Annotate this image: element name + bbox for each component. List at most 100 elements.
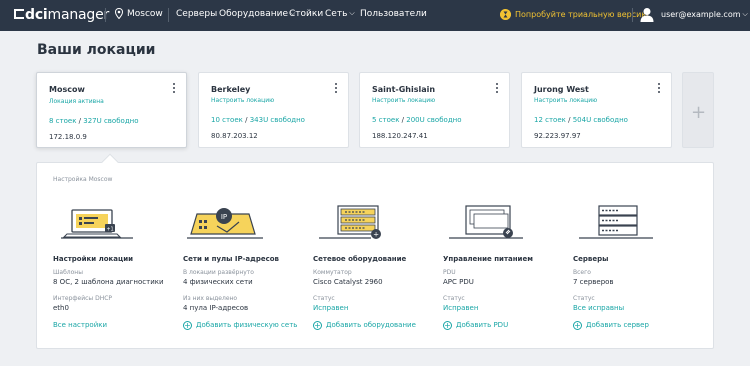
action-label: Добавить оборудование (326, 321, 416, 329)
user-menu[interactable]: user@example.com ⌵ (661, 10, 748, 20)
field-label: PDU (443, 269, 456, 276)
all-settings-link[interactable]: Все настройки (53, 321, 107, 329)
kebab-menu-icon[interactable] (658, 83, 661, 93)
location-racks[interactable]: 5 стоек / 200U свободно (372, 116, 462, 124)
field-value: 8 ОС, 2 шаблона диагностики (53, 278, 164, 286)
settings-column-networks: IP Сети и пулы IP-адресов В локации разв… (183, 200, 313, 345)
nav-network[interactable]: Сеть ⌵ (325, 9, 355, 19)
field-value: 4 пула IP-адресов (183, 304, 249, 312)
divider (632, 8, 633, 22)
location-racks[interactable]: 12 стоек / 504U свободно (534, 116, 628, 124)
svg-text:+: + (373, 231, 379, 239)
add-physical-network-button[interactable]: + Добавить физическую сеть (183, 321, 297, 330)
field-label: Коммутатор (313, 269, 352, 276)
field-value: 4 физических сети (183, 278, 253, 286)
configure-location-link[interactable]: Настроить локацию (534, 97, 597, 104)
user-email: user@example.com (661, 10, 741, 19)
location-name: Moscow (49, 85, 85, 94)
field-value: 7 серверов (573, 278, 614, 286)
monitor-power-icon (449, 205, 523, 239)
add-location-button[interactable]: + (682, 72, 714, 148)
nav-racks[interactable]: Стойки (289, 9, 323, 19)
field-label: Статус (443, 295, 465, 302)
status-value: Исправен (313, 304, 349, 312)
settings-column-equipment: + Сетевое оборудование Коммутатор Cisco … (313, 200, 443, 345)
server-stack-icon (579, 205, 653, 239)
plus-circle-icon: + (573, 321, 582, 330)
add-pdu-button[interactable]: + Добавить PDU (443, 321, 508, 330)
location-ip: 188.120.247.41 (372, 132, 428, 140)
svg-text:+1: +1 (106, 227, 113, 233)
nav-users[interactable]: Пользователи (360, 9, 427, 19)
free-units: 504U свободно (572, 116, 628, 124)
racks-count: 12 стоек (534, 116, 566, 124)
page-title: Ваши локации (37, 42, 156, 58)
field-label: Шаблоны (53, 269, 83, 276)
column-title: Сети и пулы IP-адресов (183, 255, 279, 263)
column-title: Настройки локации (53, 255, 134, 263)
logo[interactable]: dcimanager (14, 7, 109, 23)
location-status: Локация активна (49, 98, 104, 105)
status-value: Исправен (443, 304, 479, 312)
racks-count: 5 стоек (372, 116, 400, 124)
field-label: Из них выделено (183, 295, 238, 302)
trial-badge-icon (500, 9, 511, 20)
field-value: eth0 (53, 304, 69, 312)
slash-separator: / (565, 116, 573, 124)
location-name: Berkeley (211, 85, 251, 94)
nav-servers[interactable]: Серверы (176, 9, 217, 19)
add-server-button[interactable]: + Добавить сервер (573, 321, 649, 330)
kebab-menu-icon[interactable] (496, 83, 499, 93)
location-card-moscow[interactable]: Moscow Локация активна 8 стоек / 327U св… (36, 72, 187, 148)
switch-rack-icon: + (319, 205, 381, 239)
trial-link[interactable]: Попробуйте триальную версию (515, 10, 648, 19)
settings-column-power: Управление питанием PDU APC PDU Статус И… (443, 200, 573, 345)
free-units: 327U свободно (83, 117, 139, 125)
settings-column-location: +1 Настройки локации Шаблоны 8 ОС, 2 шаб… (53, 200, 183, 345)
ip-network-icon: IP (187, 208, 263, 239)
nav-equipment-label: Оборудование (219, 9, 288, 19)
action-label: Добавить PDU (456, 321, 509, 329)
field-label: В локации развёрнуто (183, 269, 254, 276)
laptop-settings-icon: +1 (61, 209, 133, 239)
location-racks[interactable]: 10 стоек / 343U свободно (211, 116, 305, 124)
location-name: Saint-Ghislain (372, 85, 436, 94)
location-racks[interactable]: 8 стоек / 327U свободно (49, 117, 139, 125)
location-card-jurong-west[interactable]: Jurong West Настроить локацию 12 стоек /… (521, 72, 672, 148)
free-units: 343U свободно (249, 116, 305, 124)
configure-location-link[interactable]: Настроить локацию (211, 97, 274, 104)
logo-light: manager (47, 7, 110, 23)
divider (168, 8, 169, 22)
nav-network-label: Сеть (325, 9, 348, 19)
map-pin-icon (115, 8, 123, 19)
nav-equipment[interactable]: Оборудование ⌵ (219, 9, 295, 19)
kebab-menu-icon[interactable] (173, 83, 176, 93)
field-label: Интерфейсы DHCP (53, 295, 113, 302)
action-label: Добавить сервер (586, 321, 649, 329)
slash-separator: / (242, 116, 250, 124)
location-selector[interactable]: Moscow (127, 9, 163, 19)
panel-label: Настройка Moscow (53, 176, 113, 183)
location-card-saint-ghislain[interactable]: Saint-Ghislain Настроить локацию 5 стоек… (359, 72, 510, 148)
settings-column-servers: Серверы Всего 7 серверов Статус Все испр… (573, 200, 703, 345)
svg-text:IP: IP (221, 213, 227, 221)
top-bar: dcimanager Moscow Серверы Оборудование ⌵ … (0, 0, 750, 31)
racks-count: 10 стоек (211, 116, 243, 124)
field-label: Всего (573, 269, 591, 276)
user-icon (640, 8, 654, 22)
kebab-menu-icon[interactable] (335, 83, 338, 93)
field-value: APC PDU (443, 278, 474, 286)
location-ip: 172.18.0.9 (49, 133, 87, 141)
configure-location-link[interactable]: Настроить локацию (372, 97, 435, 104)
add-equipment-button[interactable]: + Добавить оборудование (313, 321, 416, 330)
plus-circle-icon: + (443, 321, 452, 330)
location-card-berkeley[interactable]: Berkeley Настроить локацию 10 стоек / 34… (198, 72, 349, 148)
column-title: Сетевое оборудование (313, 255, 407, 263)
racks-count: 8 стоек (49, 117, 77, 125)
field-label: Статус (573, 295, 595, 302)
column-title: Серверы (573, 255, 609, 263)
column-title: Управление питанием (443, 255, 533, 263)
location-ip: 80.87.203.12 (211, 132, 258, 140)
field-label: Статус (313, 295, 335, 302)
location-ip: 92.223.97.97 (534, 132, 581, 140)
